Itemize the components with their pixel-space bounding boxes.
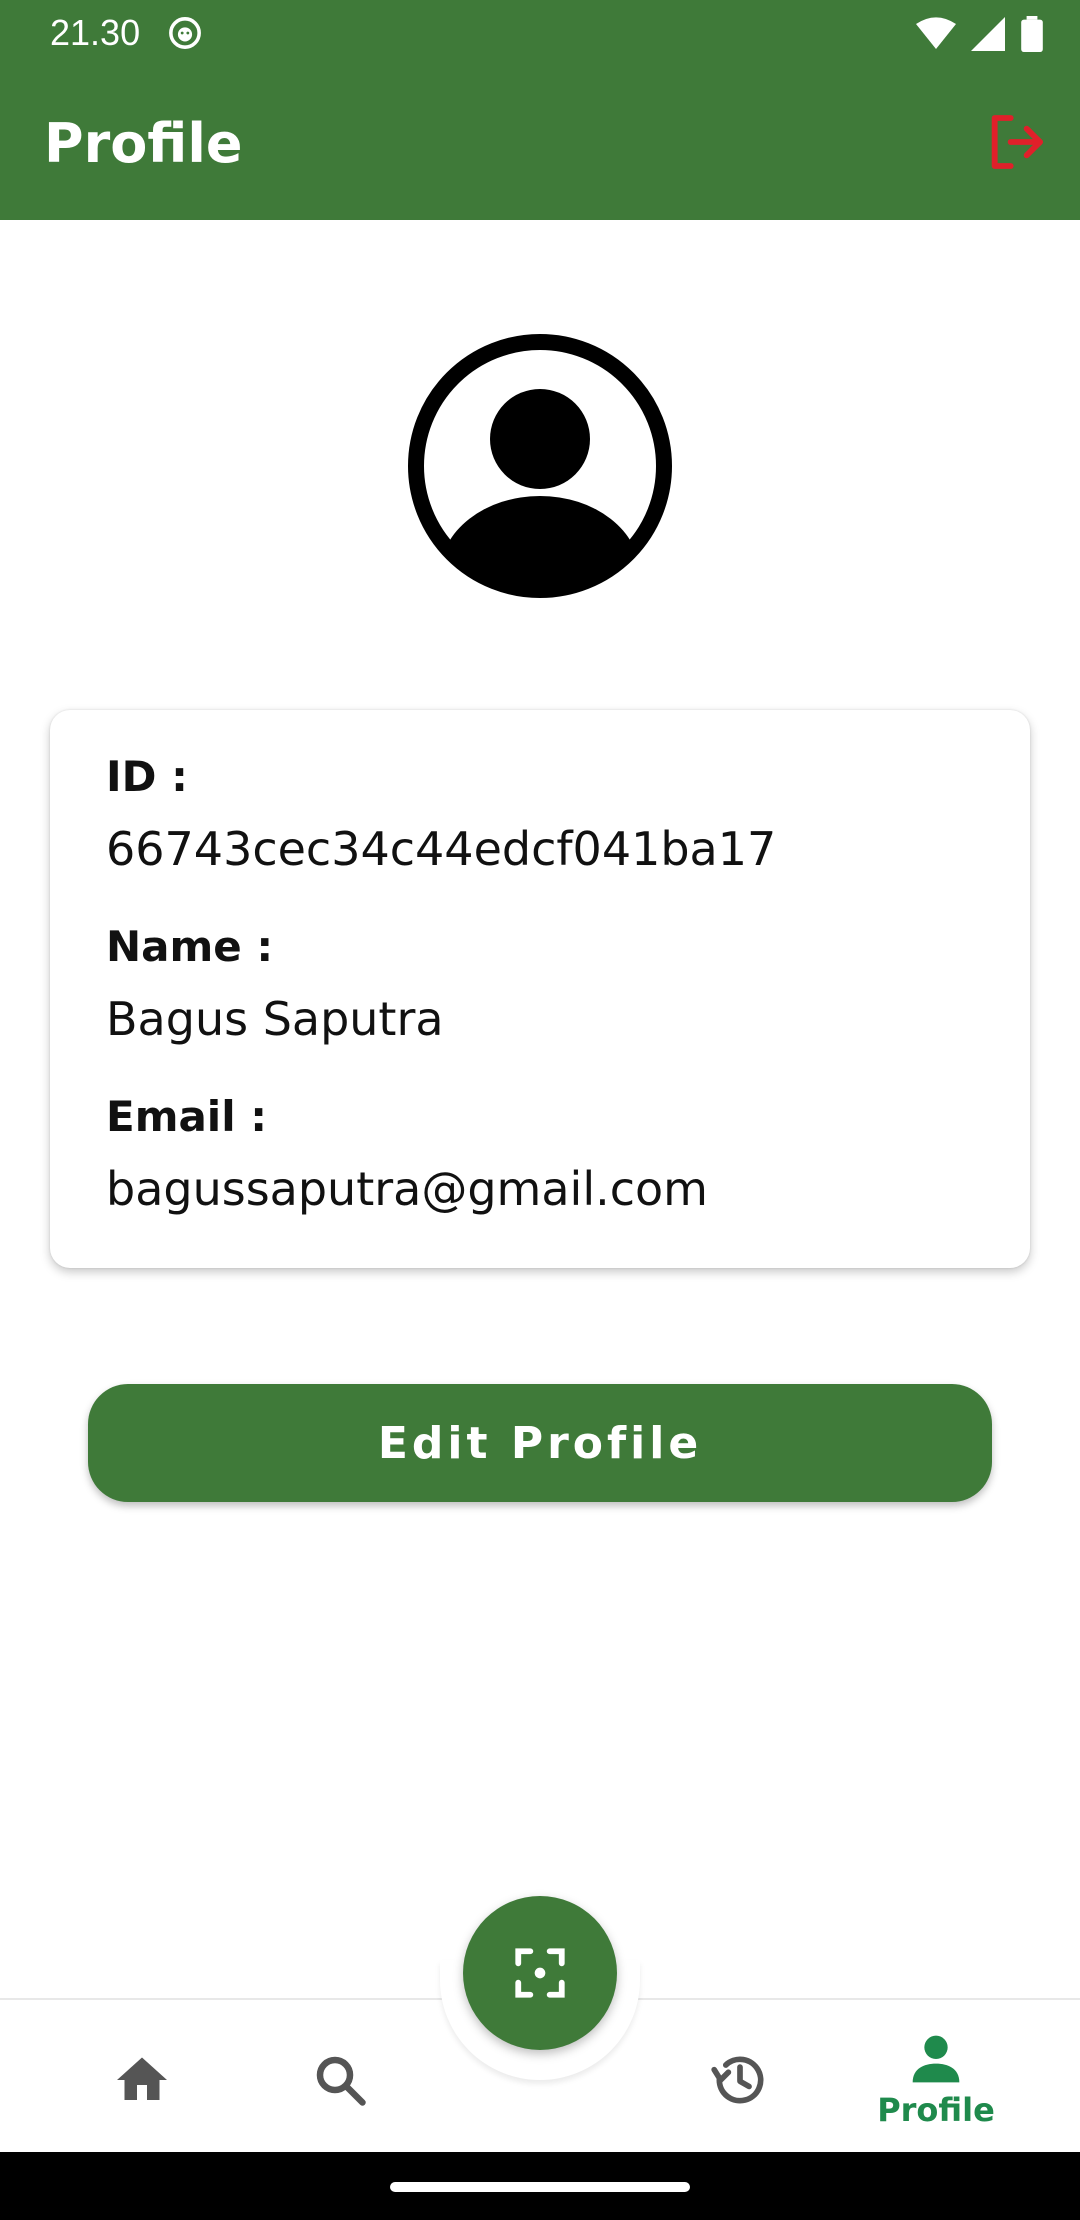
- battery-icon: [1021, 16, 1043, 52]
- nav-item-home[interactable]: [82, 2020, 202, 2140]
- person-icon: [912, 2035, 960, 2083]
- page-title: Profile: [44, 112, 243, 175]
- nav-item-profile[interactable]: Profile: [876, 2020, 996, 2140]
- status-time: 21.30: [50, 12, 141, 53]
- id-value: 66743cec34c44edcf041ba17: [106, 822, 777, 876]
- signal-icon: [971, 17, 1005, 51]
- logout-button[interactable]: [984, 110, 1048, 174]
- home-indicator[interactable]: [390, 2182, 690, 2192]
- scan-fab-button[interactable]: [463, 1896, 617, 2050]
- email-label: Email :: [106, 1092, 268, 1141]
- scan-icon: [515, 1948, 565, 1998]
- search-icon: [316, 2056, 366, 2106]
- wifi-icon: [916, 17, 956, 49]
- account-circle-icon: [408, 334, 672, 598]
- status-bar: 21.30: [0, 0, 1080, 66]
- logout-icon: [991, 115, 1043, 169]
- history-icon: [711, 2056, 764, 2104]
- nav-label-profile: Profile: [877, 2091, 995, 2129]
- nav-item-search[interactable]: [280, 2020, 400, 2140]
- edit-profile-button[interactable]: Edit Profile: [88, 1384, 992, 1502]
- status-icons: [916, 16, 1044, 52]
- id-label: ID :: [106, 752, 188, 801]
- app-notification-icon: [169, 17, 201, 49]
- home-icon: [117, 2057, 167, 2100]
- app-bar: Profile: [0, 66, 1080, 220]
- name-label: Name :: [106, 922, 274, 971]
- email-value: bagussaputra@gmail.com: [106, 1162, 708, 1216]
- nav-item-history[interactable]: [680, 2020, 800, 2140]
- name-value: Bagus Saputra: [106, 992, 444, 1046]
- profile-info-card: ID : 66743cec34c44edcf041ba17 Name : Bag…: [50, 710, 1030, 1268]
